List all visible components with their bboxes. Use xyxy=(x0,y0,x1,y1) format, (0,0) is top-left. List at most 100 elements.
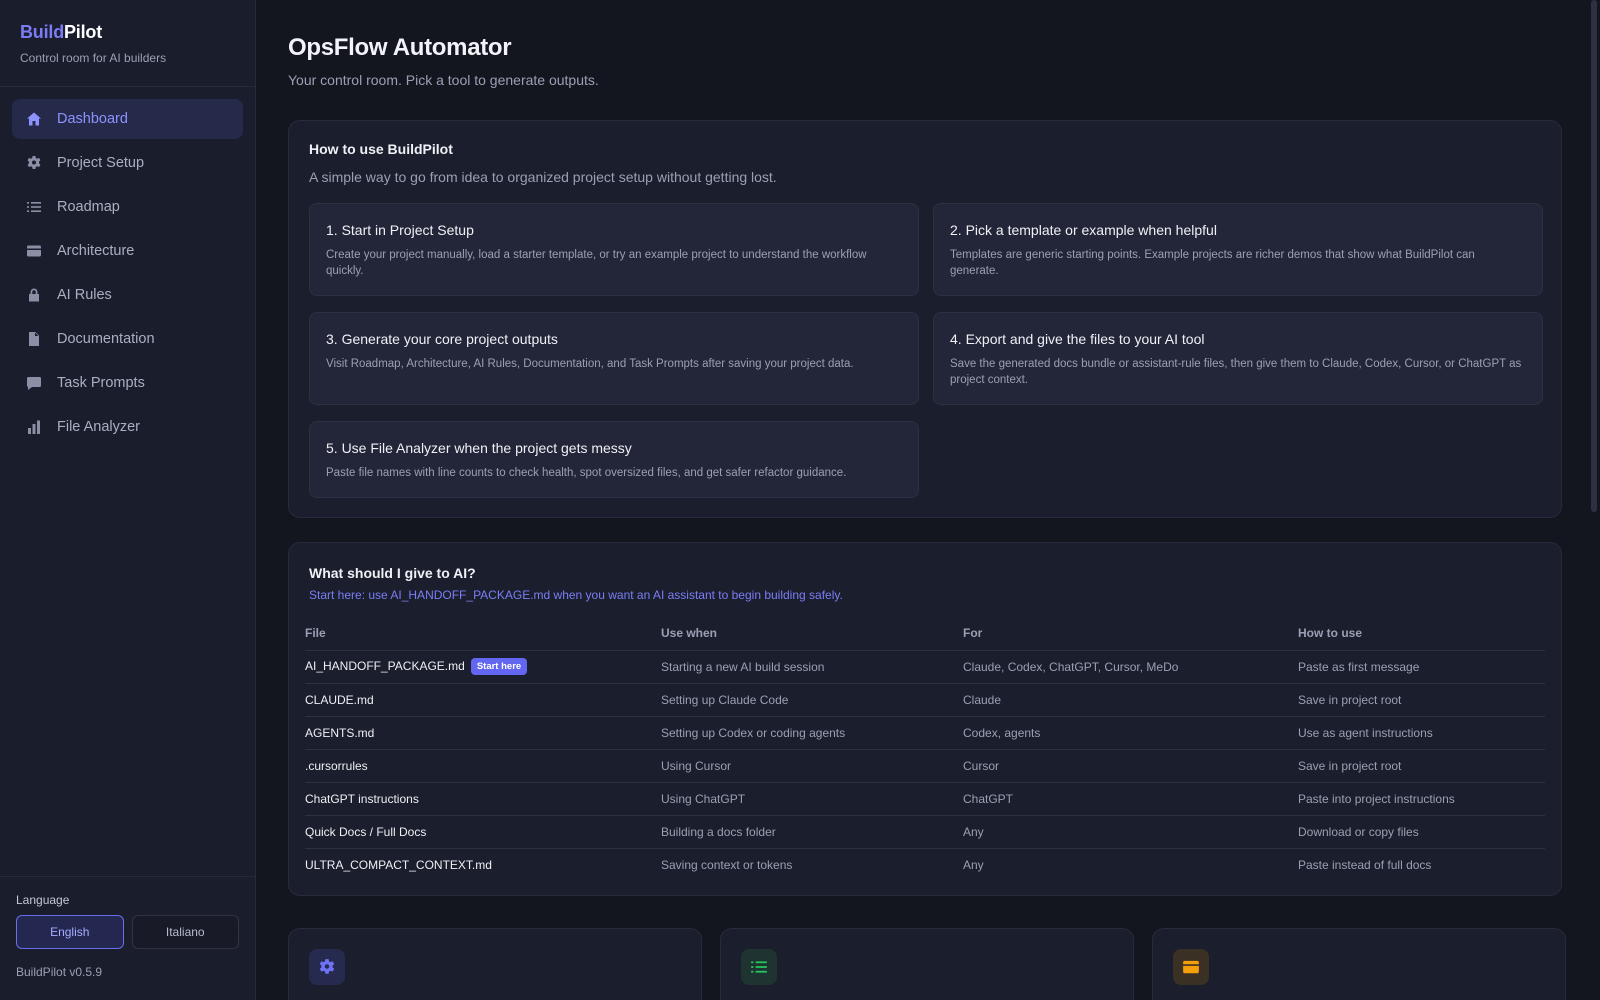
sidebar-item-label: Task Prompts xyxy=(57,375,145,391)
table-row: ULTRA_COMPACT_CONTEXT.md Saving context … xyxy=(305,848,1545,881)
start-here-badge: Start here xyxy=(470,658,528,675)
language-english-button[interactable]: English xyxy=(16,915,124,949)
how-to-steps: 1. Start in Project Setup Create your pr… xyxy=(309,203,1543,498)
step-title: 1. Start in Project Setup xyxy=(326,222,474,238)
ai-files-table: File Use when For How to use AI_HANDOFF_… xyxy=(305,616,1545,881)
for-cell: Claude, Codex, ChatGPT, Cursor, MeDo xyxy=(963,650,1298,684)
step-title: 5. Use File Analyzer when the project ge… xyxy=(326,440,632,456)
how-to-panel: How to use BuildPilot A simple way to go… xyxy=(288,120,1562,518)
bar-chart-icon xyxy=(25,418,43,436)
table-row: .cursorrules Using Cursor Cursor Save in… xyxy=(305,749,1545,783)
sidebar-item-task-prompts[interactable]: Task Prompts xyxy=(12,363,243,403)
sidebar-item-project-setup[interactable]: Project Setup xyxy=(12,143,243,183)
file-name: AI_HANDOFF_PACKAGE.md xyxy=(305,659,465,673)
sidebar-item-documentation[interactable]: Documentation xyxy=(12,319,243,359)
step-card: 2. Pick a template or example when helpf… xyxy=(933,203,1543,296)
ai-files-panel: What should I give to AI? Start here: us… xyxy=(288,542,1562,896)
card-icon xyxy=(1173,949,1209,985)
sidebar-nav: Dashboard Project Setup Roadmap Architec… xyxy=(0,87,255,463)
card-icon xyxy=(25,242,43,260)
brand-rest: Pilot xyxy=(64,22,102,42)
tool-card-architecture[interactable] xyxy=(1152,928,1566,1000)
file-cell: AGENTS.md xyxy=(305,716,661,750)
app-version: BuildPilot v0.5.9 xyxy=(16,965,103,979)
file-cell: Quick Docs / Full Docs xyxy=(305,815,661,849)
column-header-file: File xyxy=(305,616,661,651)
tool-card-project-setup[interactable] xyxy=(288,928,702,1000)
language-label: Language xyxy=(16,893,70,907)
use-when-cell: Using Cursor xyxy=(661,749,963,783)
sidebar-item-label: AI Rules xyxy=(57,287,112,303)
sidebar-footer: Language English Italiano BuildPilot v0.… xyxy=(0,876,255,1000)
how-to-title: How to use BuildPilot xyxy=(309,141,453,157)
chat-icon xyxy=(25,374,43,392)
use-when-cell: Using ChatGPT xyxy=(661,782,963,816)
for-cell: Codex, agents xyxy=(963,716,1298,750)
use-when-cell: Setting up Claude Code xyxy=(661,683,963,717)
file-cell: .cursorrules xyxy=(305,749,661,783)
sidebar-item-architecture[interactable]: Architecture xyxy=(12,231,243,271)
sidebar-item-roadmap[interactable]: Roadmap xyxy=(12,187,243,227)
ai-files-title: What should I give to AI? xyxy=(309,565,476,581)
for-cell: Cursor xyxy=(963,749,1298,783)
ai-files-note: Start here: use AI_HANDOFF_PACKAGE.md wh… xyxy=(309,588,843,602)
use-when-cell: Setting up Codex or coding agents xyxy=(661,716,963,750)
use-when-cell: Starting a new AI build session xyxy=(661,650,963,684)
for-cell: Claude xyxy=(963,683,1298,717)
sidebar-item-label: Roadmap xyxy=(57,199,120,215)
page-title: OpsFlow Automator xyxy=(288,34,512,61)
how-to-use-cell: Use as agent instructions xyxy=(1298,716,1545,750)
how-to-use-cell: Paste instead of full docs xyxy=(1298,857,1432,872)
sidebar-item-file-analyzer[interactable]: File Analyzer xyxy=(12,407,243,447)
file-cell: CLAUDE.md xyxy=(305,683,661,717)
use-when-cell: Building a docs folder xyxy=(661,815,963,849)
step-description: Create your project manually, load a sta… xyxy=(326,249,867,277)
table-row: AI_HANDOFF_PACKAGE.md Start here Starting… xyxy=(305,650,1545,684)
how-to-use-cell: Paste as first message xyxy=(1298,650,1545,684)
language-switcher: English Italiano xyxy=(16,915,239,949)
page-subtitle: Your control room. Pick a tool to genera… xyxy=(288,72,599,88)
sidebar-item-label: Dashboard xyxy=(57,111,128,127)
step-card: 5. Use File Analyzer when the project ge… xyxy=(309,421,919,498)
column-header-how-to-use: How to use xyxy=(1298,616,1545,651)
tool-card-roadmap[interactable] xyxy=(720,928,1134,1000)
file-cell: ULTRA_COMPACT_CONTEXT.md xyxy=(305,857,492,872)
how-to-use-cell: Paste into project instructions xyxy=(1298,782,1545,816)
column-header-use-when: Use when xyxy=(661,616,963,651)
gear-icon xyxy=(25,154,43,172)
step-description: Templates are generic starting points. E… xyxy=(950,249,1475,277)
language-italian-button[interactable]: Italiano xyxy=(131,915,239,949)
how-to-use-cell: Save in project root xyxy=(1298,683,1545,717)
main-content: OpsFlow Automator Your control room. Pic… xyxy=(288,0,1566,1000)
step-description: Save the generated docs bundle or assist… xyxy=(950,358,1522,386)
list-icon xyxy=(741,949,777,985)
for-cell: Any xyxy=(963,857,984,872)
brand-subtitle: Control room for AI builders xyxy=(20,51,167,65)
page-scrollbar[interactable] xyxy=(1591,0,1597,512)
brand: BuildPilot Control room for AI builders xyxy=(0,0,255,87)
home-icon xyxy=(25,110,43,128)
sidebar-item-ai-rules[interactable]: AI Rules xyxy=(12,275,243,315)
how-to-use-cell: Save in project root xyxy=(1298,749,1545,783)
step-description: Visit Roadmap, Architecture, AI Rules, D… xyxy=(326,358,854,370)
how-to-use-cell: Download or copy files xyxy=(1298,815,1545,849)
file-cell: ChatGPT instructions xyxy=(305,782,661,816)
sidebar-item-dashboard[interactable]: Dashboard xyxy=(12,99,243,139)
for-cell: Any xyxy=(963,815,1298,849)
for-cell: ChatGPT xyxy=(963,782,1298,816)
how-to-description: A simple way to go from idea to organize… xyxy=(309,169,777,185)
sidebar-item-label: Documentation xyxy=(57,331,155,347)
sidebar: BuildPilot Control room for AI builders … xyxy=(0,0,256,1000)
list-icon xyxy=(25,198,43,216)
step-title: 3. Generate your core project outputs xyxy=(326,331,558,347)
gear-icon xyxy=(309,949,345,985)
step-title: 2. Pick a template or example when helpf… xyxy=(950,222,1217,238)
table-row: ChatGPT instructions Using ChatGPT ChatG… xyxy=(305,782,1545,816)
column-header-for: For xyxy=(963,616,1298,651)
step-card: 3. Generate your core project outputs Vi… xyxy=(309,312,919,405)
table-row: Quick Docs / Full Docs Building a docs f… xyxy=(305,815,1545,849)
brand-accent: Build xyxy=(20,22,64,42)
step-description: Paste file names with line counts to che… xyxy=(326,467,847,479)
brand-logo[interactable]: BuildPilot xyxy=(20,22,235,43)
sidebar-item-label: File Analyzer xyxy=(57,419,141,435)
